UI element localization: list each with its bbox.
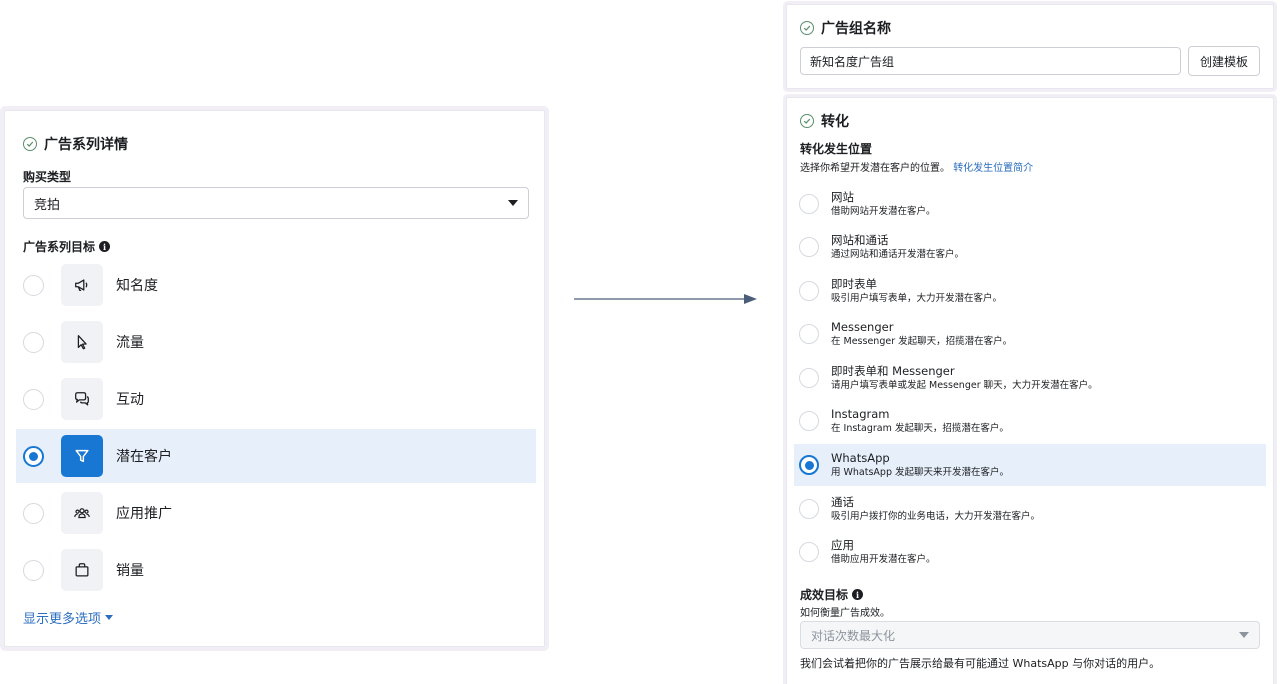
objective-radio[interactable]	[23, 559, 44, 581]
performance-goal-select[interactable]: 对话次数最大化	[800, 621, 1260, 649]
campaign-details-panel: 广告系列详情 购买类型 竞拍 广告系列目标 i 知名度 流量 互动 潜在客户 应…	[4, 110, 545, 647]
conversion-option-title: 即时表单和 Messenger	[831, 364, 955, 378]
conversion-location-desc-row: 选择你希望开发潜在客户的位置。 转化发生位置简介	[800, 159, 1033, 174]
buy-type-value: 竞拍	[34, 197, 61, 213]
performance-goal-label: 成效目标	[800, 588, 849, 602]
conversion-radio[interactable]	[799, 411, 819, 431]
conversion-location-desc: 选择你希望开发潜在客户的位置。	[800, 163, 950, 174]
flow-arrow-icon	[574, 294, 757, 304]
info-icon[interactable]: i	[99, 241, 111, 252]
objective-radio-selected[interactable]	[23, 445, 44, 467]
ad-set-name-input[interactable]: 新知名度广告组	[800, 47, 1181, 75]
show-more-label: 显示更多选项	[23, 612, 102, 627]
buy-type-label: 购买类型	[23, 170, 72, 184]
conversion-option-title: 通话	[831, 495, 854, 509]
conversion-option-form-and-messenger[interactable]: 即时表单和 Messenger 请用户填写表单或发起 Messenger 聊天，大…	[794, 357, 1266, 399]
conversion-option-website-and-calls[interactable]: 网站和通话通过网站和通话开发潜在客户。	[794, 226, 1266, 268]
objective-label-sales: 销量	[116, 563, 144, 579]
conversion-option-whatsapp[interactable]: WhatsApp 用 WhatsApp 发起聊天来开发潜在客户。	[794, 444, 1266, 486]
objective-label-traffic: 流量	[116, 335, 144, 351]
funnel-icon	[61, 435, 103, 477]
campaign-details-title: 广告系列详情	[23, 134, 128, 154]
performance-goal-note: 我们会试着把你的广告展示给最有可能通过 WhatsApp 与你对话的用户。	[800, 657, 1161, 670]
conversion-radio-selected[interactable]	[799, 455, 819, 475]
conversion-radio[interactable]	[799, 324, 819, 344]
conversion-option-instagram[interactable]: Instagram 在 Instagram 发起聊天，招揽潜在客户。	[794, 400, 1266, 442]
objective-option-traffic[interactable]: 流量	[16, 315, 536, 369]
objective-label-leads: 潜在客户	[116, 449, 172, 465]
ad-set-name-heading: 广告组名称	[821, 21, 891, 37]
ad-set-name-value: 新知名度广告组	[810, 54, 895, 69]
objective-option-app-promotion[interactable]: 应用推广	[16, 486, 536, 540]
megaphone-icon	[61, 264, 103, 306]
conversion-option-title: Messenger	[831, 320, 894, 334]
conversion-radio[interactable]	[799, 237, 819, 257]
objective-radio[interactable]	[23, 274, 44, 296]
conversion-option-instant-form[interactable]: 即时表单吸引用户填写表单，大力开发潜在客户。	[794, 270, 1266, 312]
conversion-option-desc: 用 WhatsApp 发起聊天来开发潜在客户。	[831, 467, 1010, 478]
conversion-option-title: 网站和通话	[831, 233, 889, 247]
conversion-location-link[interactable]: 转化发生位置简介	[953, 163, 1033, 174]
conversion-option-desc: 吸引用户填写表单，大力开发潜在客户。	[831, 293, 1003, 304]
conversion-option-desc: 请用户填写表单或发起 Messenger 聊天，大力开发潜在客户。	[831, 380, 1098, 391]
conversion-option-desc: 通过网站和通话开发潜在客户。	[831, 249, 965, 260]
conversion-option-app[interactable]: 应用借助应用开发潜在客户。	[794, 531, 1266, 573]
chevron-down-icon	[105, 615, 114, 620]
objective-option-engagement[interactable]: 互动	[16, 372, 536, 426]
conversion-panel: 转化 转化发生位置 选择你希望开发潜在客户的位置。 转化发生位置简介 网站借助网…	[786, 97, 1274, 684]
ad-set-name-title: 广告组名称	[800, 18, 891, 38]
objective-label-engagement: 互动	[116, 392, 144, 408]
campaign-details-heading: 广告系列详情	[44, 137, 128, 153]
objective-label: 广告系列目标	[23, 240, 96, 254]
ad-set-name-panel: 广告组名称 新知名度广告组 创建模板	[786, 4, 1274, 89]
buy-type-select[interactable]: 竞拍	[23, 187, 529, 219]
conversion-option-calls[interactable]: 通话吸引用户拨打你的业务电话，大力开发潜在客户。	[794, 488, 1266, 530]
create-template-button[interactable]: 创建模板	[1188, 46, 1260, 76]
objective-radio[interactable]	[23, 388, 44, 410]
people-icon	[61, 492, 103, 534]
objective-label-app-promotion: 应用推广	[116, 506, 172, 522]
chevron-down-icon	[1239, 632, 1249, 638]
conversion-option-messenger[interactable]: Messenger 在 Messenger 发起聊天，招揽潜在客户。	[794, 313, 1266, 355]
conversion-option-title: Instagram	[831, 407, 890, 421]
performance-goal-value: 对话次数最大化	[811, 628, 896, 643]
chat-bubbles-icon	[61, 378, 103, 420]
conversion-option-desc: 借助网站开发潜在客户。	[831, 206, 936, 217]
conversion-option-desc: 在 Instagram 发起聊天，招揽潜在客户。	[831, 423, 1009, 434]
shopping-bag-icon	[61, 549, 103, 591]
conversion-radio[interactable]	[799, 499, 819, 519]
conversion-option-desc: 借助应用开发潜在客户。	[831, 554, 936, 565]
objective-radio[interactable]	[23, 502, 44, 524]
conversion-radio[interactable]	[799, 542, 819, 562]
conversion-option-title: WhatsApp	[831, 451, 890, 465]
objective-label-awareness: 知名度	[116, 278, 158, 294]
conversion-option-desc: 吸引用户拨打你的业务电话，大力开发潜在客户。	[831, 511, 1041, 522]
conversion-heading: 转化	[821, 114, 849, 130]
objective-option-awareness[interactable]: 知名度	[16, 258, 536, 312]
objective-option-leads[interactable]: 潜在客户	[16, 429, 536, 483]
objective-radio[interactable]	[23, 331, 44, 353]
conversion-option-title: 即时表单	[831, 277, 877, 291]
conversion-option-title: 应用	[831, 538, 854, 552]
conversion-radio[interactable]	[799, 368, 819, 388]
conversion-option-website[interactable]: 网站借助网站开发潜在客户。	[794, 183, 1266, 225]
conversion-location-label: 转化发生位置	[800, 142, 873, 156]
conversion-radio[interactable]	[799, 194, 819, 214]
objective-label-row: 广告系列目标 i	[23, 238, 111, 255]
info-icon[interactable]: i	[852, 589, 864, 600]
conversion-option-desc: 在 Messenger 发起聊天，招揽潜在客户。	[831, 336, 1013, 347]
objective-option-sales[interactable]: 销量	[16, 543, 536, 597]
conversion-radio[interactable]	[799, 281, 819, 301]
check-circle-icon	[23, 137, 37, 151]
cursor-icon	[61, 321, 103, 363]
check-circle-icon	[800, 114, 814, 128]
performance-goal-label-row: 成效目标 i	[800, 586, 864, 603]
show-more-options-link[interactable]: 显示更多选项	[23, 608, 114, 627]
check-circle-icon	[800, 21, 814, 35]
conversion-option-title: 网站	[831, 190, 854, 204]
performance-goal-desc: 如何衡量广告成效。	[800, 608, 890, 619]
chevron-down-icon	[508, 200, 518, 206]
conversion-title: 转化	[800, 111, 849, 131]
